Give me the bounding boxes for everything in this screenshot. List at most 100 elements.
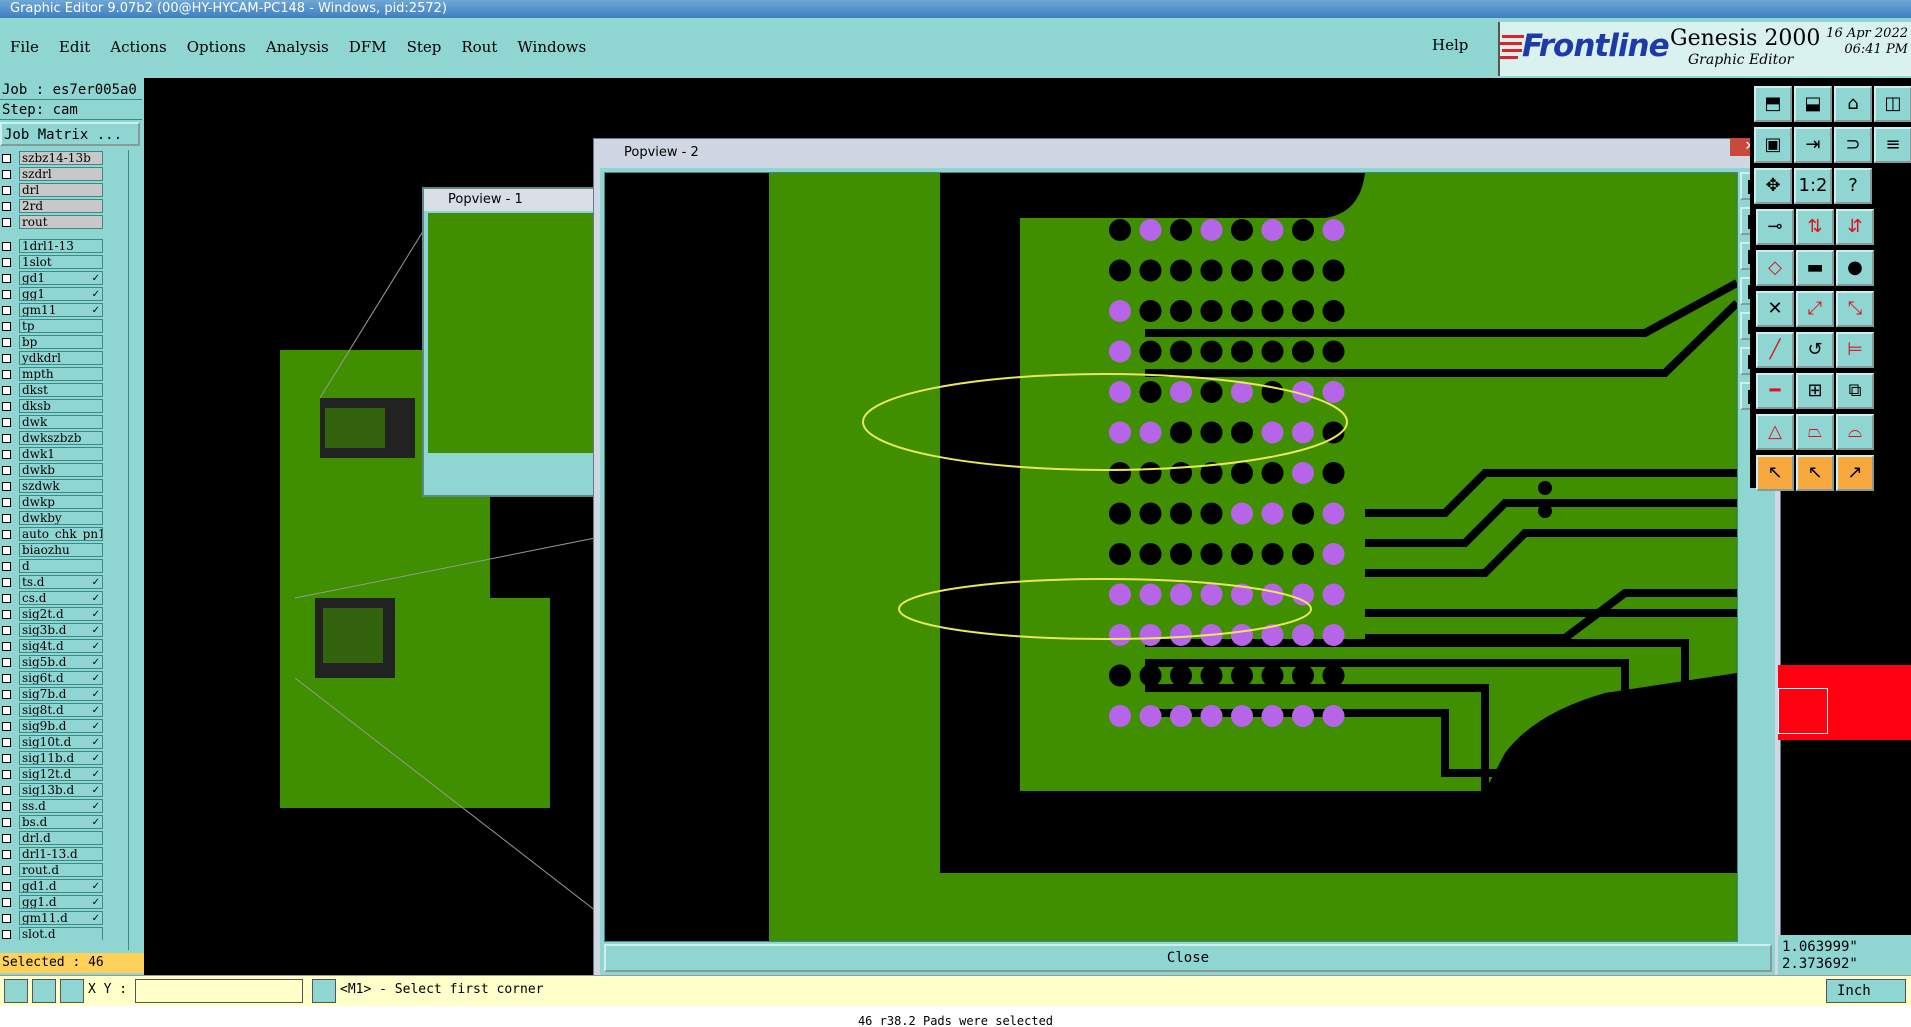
layer-name[interactable]: ts.d ✓ bbox=[19, 575, 103, 589]
layer-row[interactable]: szdwk bbox=[0, 478, 118, 494]
units-select[interactable]: Inch bbox=[1826, 979, 1906, 1003]
menu-actions[interactable]: Actions bbox=[100, 30, 176, 70]
layer-row[interactable]: mpth bbox=[0, 366, 118, 382]
layer-name[interactable]: d bbox=[19, 559, 103, 573]
layer-row[interactable]: szbz14-13b bbox=[0, 150, 118, 166]
layer-row[interactable]: gm11 ✓ bbox=[0, 302, 118, 318]
measure-tool-icon[interactable] bbox=[32, 979, 56, 1003]
zoom-tool-icon[interactable] bbox=[4, 979, 28, 1003]
layer-name[interactable]: sig8t.d ✓ bbox=[19, 703, 103, 717]
layer-name[interactable]: gg1 ✓ bbox=[19, 287, 103, 301]
layer-row[interactable]: sig5b.d ✓ bbox=[0, 654, 118, 670]
rotate-icon[interactable]: ↺ bbox=[1796, 332, 1834, 368]
layer-row[interactable]: dwkszbzb bbox=[0, 430, 118, 446]
layer-checkbox[interactable] bbox=[2, 513, 11, 523]
query-icon[interactable]: ? bbox=[1834, 168, 1872, 204]
layer-row[interactable]: 2rd bbox=[0, 198, 118, 214]
layer-checkbox[interactable] bbox=[2, 201, 11, 211]
layer-name[interactable]: dksb bbox=[19, 399, 103, 413]
layer-row[interactable]: drl1-13.d bbox=[0, 846, 118, 862]
layer-name[interactable]: sig4t.d ✓ bbox=[19, 639, 103, 653]
layer-row[interactable]: dwkb bbox=[0, 462, 118, 478]
layer-row[interactable]: sig2t.d ✓ bbox=[0, 606, 118, 622]
layer-checkbox[interactable] bbox=[2, 401, 11, 411]
layer-checkbox[interactable] bbox=[2, 417, 11, 427]
layer-checkbox[interactable] bbox=[2, 705, 11, 715]
layer-checkbox[interactable] bbox=[2, 593, 11, 603]
hline-icon[interactable]: ━ bbox=[1756, 373, 1794, 409]
layer-row[interactable]: dwkp bbox=[0, 494, 118, 510]
connect-icon[interactable]: ⊸ bbox=[1756, 209, 1794, 245]
layer-checkbox[interactable] bbox=[2, 769, 11, 779]
layer-row[interactable]: dksb bbox=[0, 398, 118, 414]
layer-row[interactable]: sig6t.d ✓ bbox=[0, 670, 118, 686]
layer-checkbox[interactable] bbox=[2, 865, 11, 875]
layer-name[interactable]: dwkby bbox=[19, 511, 103, 525]
menu-analysis[interactable]: Analysis bbox=[256, 30, 339, 70]
layer-checkbox[interactable] bbox=[2, 833, 11, 843]
menu-help[interactable]: Help bbox=[1432, 36, 1468, 54]
layer-name[interactable]: sig9b.d ✓ bbox=[19, 719, 103, 733]
layer-row[interactable]: sig3b.d ✓ bbox=[0, 622, 118, 638]
layer-name[interactable]: dwkb bbox=[19, 463, 103, 477]
layer-checkbox[interactable] bbox=[2, 897, 11, 907]
copy-icon[interactable]: ⧉ bbox=[1836, 373, 1874, 409]
layer-name[interactable]: cs.d ✓ bbox=[19, 591, 103, 605]
layer-row[interactable]: cs.d ✓ bbox=[0, 590, 118, 606]
layer-row[interactable]: sig12t.d ✓ bbox=[0, 766, 118, 782]
layer-checkbox[interactable] bbox=[2, 289, 11, 299]
layer-name[interactable]: szbz14-13b bbox=[19, 151, 103, 165]
layer-checkbox[interactable] bbox=[2, 929, 11, 939]
layer-checkbox[interactable] bbox=[2, 153, 11, 163]
delete-icon[interactable]: ✕ bbox=[1756, 291, 1794, 327]
line-width-icon[interactable]: ▬ bbox=[1796, 250, 1834, 286]
layer-row[interactable]: szdrl bbox=[0, 166, 118, 182]
layer-name[interactable]: slot.d bbox=[19, 927, 103, 940]
layer-checkbox[interactable] bbox=[2, 337, 11, 347]
layer-up-icon[interactable]: ⬒ bbox=[1754, 86, 1792, 122]
layer-checkbox[interactable] bbox=[2, 913, 11, 923]
draw-line-icon[interactable]: ╱ bbox=[1756, 332, 1794, 368]
swap-all-icon[interactable]: ⇵ bbox=[1836, 209, 1874, 245]
layer-name[interactable]: dwkp bbox=[19, 495, 103, 509]
popview-1-window[interactable]: Popview - 1 bbox=[422, 187, 602, 497]
layer-checkbox[interactable] bbox=[2, 385, 11, 395]
layer-checkbox[interactable] bbox=[2, 849, 11, 859]
layer-checkbox[interactable] bbox=[2, 641, 11, 651]
layer-checkbox[interactable] bbox=[2, 257, 11, 267]
layer-row[interactable]: bp bbox=[0, 334, 118, 350]
select-touch-icon[interactable]: ↗ bbox=[1836, 455, 1874, 491]
layer-name[interactable]: drl1-13.d bbox=[19, 847, 103, 861]
polygon-icon[interactable]: ⏢ bbox=[1796, 414, 1834, 450]
layer-checkbox[interactable] bbox=[2, 801, 11, 811]
layer-name[interactable]: sig7b.d ✓ bbox=[19, 687, 103, 701]
grid-tool-icon[interactable] bbox=[60, 979, 84, 1003]
shape-icon[interactable]: ◇ bbox=[1756, 250, 1794, 286]
layer-name[interactable]: ydkdrl bbox=[19, 351, 103, 365]
popview-2-close-button[interactable]: Close bbox=[604, 944, 1772, 972]
layer-row[interactable]: ydkdrl bbox=[0, 350, 118, 366]
layer-name[interactable]: bs.d ✓ bbox=[19, 815, 103, 829]
triangle-icon[interactable]: △ bbox=[1756, 414, 1794, 450]
layer-name[interactable]: sig11b.d ✓ bbox=[19, 751, 103, 765]
align-icon[interactable]: ⊨ bbox=[1836, 332, 1874, 368]
layer-name[interactable]: tp bbox=[19, 319, 103, 333]
layer-name[interactable]: mpth bbox=[19, 367, 103, 381]
layer-checkbox[interactable] bbox=[2, 545, 11, 555]
layer-row[interactable]: sig10t.d ✓ bbox=[0, 734, 118, 750]
layer-name[interactable]: auto_chk_pn1 bbox=[19, 527, 103, 541]
layer-name[interactable]: gm11 ✓ bbox=[19, 303, 103, 317]
layer-checkbox[interactable] bbox=[2, 321, 11, 331]
layer-name[interactable]: dkst bbox=[19, 383, 103, 397]
layer-name[interactable]: ss.d ✓ bbox=[19, 799, 103, 813]
layer-name[interactable]: drl bbox=[19, 183, 103, 197]
layer-checkbox[interactable] bbox=[2, 241, 11, 251]
layer-row[interactable]: tp bbox=[0, 318, 118, 334]
layer-row[interactable]: rout.d bbox=[0, 862, 118, 878]
stretch-icon[interactable]: ⤡ bbox=[1836, 291, 1874, 327]
layer-name[interactable]: biaozhu bbox=[19, 543, 103, 557]
layer-name[interactable]: drl.d bbox=[19, 831, 103, 845]
layer-checkbox[interactable] bbox=[2, 273, 11, 283]
layer-checkbox[interactable] bbox=[2, 305, 11, 315]
layer-row[interactable]: gg1.d ✓ bbox=[0, 894, 118, 910]
